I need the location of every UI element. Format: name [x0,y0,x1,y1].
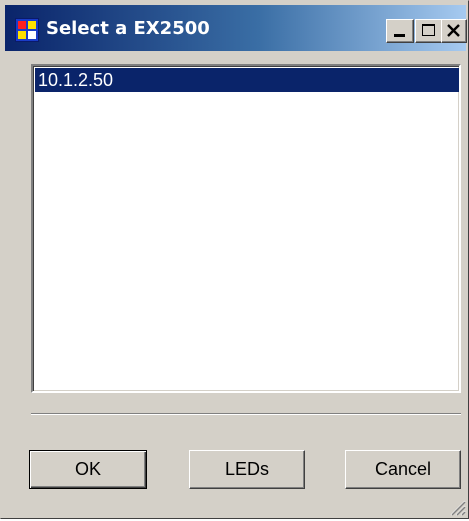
minimize-icon [394,34,405,37]
close-icon [447,24,460,37]
list-item[interactable]: 10.1.2.50 [35,68,459,92]
close-button[interactable] [441,19,467,43]
leds-button[interactable]: LEDs [189,450,305,489]
ok-button[interactable]: OK [29,450,147,489]
maximize-icon [422,24,435,36]
resize-grip-icon[interactable] [448,498,466,516]
window-title: Select a EX2500 [46,18,210,39]
title-bar[interactable]: Select a EX2500 [5,5,467,51]
minimize-button[interactable] [386,19,414,43]
separator [31,413,461,415]
dialog-window: Select a EX2500 10.1.2.50 OK LEDs Cancel [0,0,469,519]
cancel-button[interactable]: Cancel [345,450,461,489]
device-listbox[interactable]: 10.1.2.50 [31,64,461,393]
app-icon[interactable] [15,18,39,42]
maximize-button[interactable] [415,19,443,43]
